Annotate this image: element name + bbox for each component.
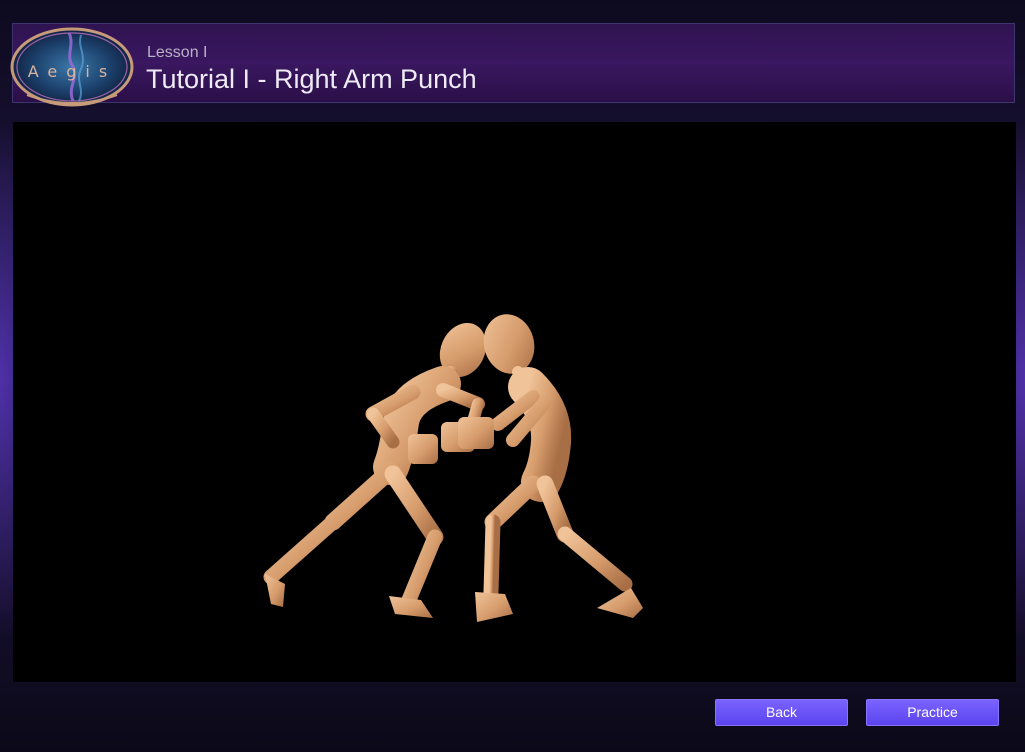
sparring-scene xyxy=(263,314,643,622)
back-button[interactable]: Back xyxy=(715,699,848,726)
practice-button[interactable]: Practice xyxy=(866,699,999,726)
lesson-header: Aegis Lesson I Tutorial I - Right Arm Pu… xyxy=(10,23,1015,107)
animation-viewport[interactable] xyxy=(13,122,1016,682)
left-figure xyxy=(263,322,487,618)
logo-text: Aegis xyxy=(28,62,116,81)
right-figure xyxy=(458,314,643,622)
lesson-label: Lesson I xyxy=(147,44,208,61)
aegis-logo: Aegis xyxy=(10,27,134,107)
page-title: Tutorial I - Right Arm Punch xyxy=(146,64,477,94)
